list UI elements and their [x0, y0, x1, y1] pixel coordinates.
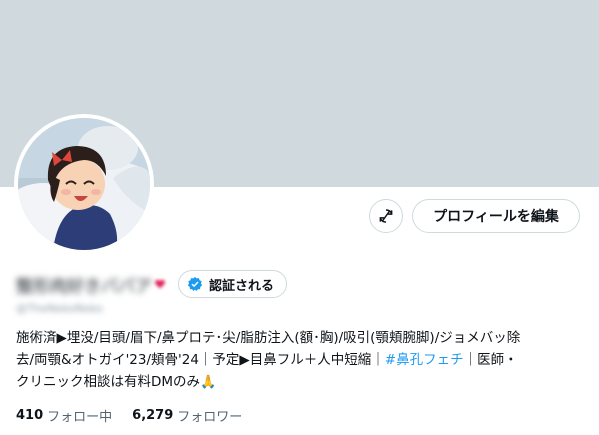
profile-handle: @TheNekoNeko	[16, 302, 103, 315]
get-verified-button[interactable]: 認証される	[178, 270, 288, 298]
bio-line: 施術済▶埋没/目頭/眉下/鼻プロテ･尖/脂肪注入(額･胸)/吸引(顎頬腕脚)/ジ…	[16, 330, 521, 346]
edit-profile-button[interactable]: プロフィールを編集	[412, 199, 580, 233]
following-count: 410	[16, 408, 44, 423]
hashtag-link[interactable]: #鼻孔フェチ	[385, 352, 464, 368]
bio-text: 去/両顎&オトガイ'23/頬骨'24｜予定▶目鼻フル＋人中短縮｜	[16, 352, 385, 368]
avatar-illustration	[18, 118, 150, 250]
heart-icon	[154, 275, 166, 294]
bio-line: 去/両顎&オトガイ'23/頬骨'24｜予定▶目鼻フル＋人中短縮｜#鼻孔フェチ｜医…	[16, 349, 586, 371]
avatar[interactable]	[14, 114, 154, 254]
profile-stats: 410 フォロー中 6,279 フォロワー	[16, 406, 262, 425]
followers-count: 6,279	[132, 408, 174, 423]
profile-bio: 施術済▶埋没/目頭/眉下/鼻プロテ･尖/脂肪注入(額･胸)/吸引(顎頬腕脚)/ジ…	[16, 327, 586, 394]
sync-off-icon	[379, 209, 393, 223]
profile-name-row: 整形肉好きババア 認証される	[16, 270, 288, 298]
followers-label: フォロワー	[177, 410, 243, 425]
bio-text: クリニック相談は有料DMのみ	[16, 374, 201, 390]
get-verified-label: 認証される	[209, 278, 275, 294]
following-link[interactable]: 410 フォロー中	[16, 406, 112, 425]
display-name: 整形肉好きババア	[16, 276, 152, 297]
bio-line: クリニック相談は有料DMのみ🙏	[16, 371, 586, 394]
sync-off-button[interactable]	[369, 199, 403, 233]
verified-badge-icon	[187, 277, 203, 291]
bio-text: ｜医師・	[463, 352, 518, 368]
pray-emoji: 🙏	[200, 375, 217, 390]
following-label: フォロー中	[47, 410, 113, 425]
followers-link[interactable]: 6,279 フォロワー	[132, 406, 242, 425]
